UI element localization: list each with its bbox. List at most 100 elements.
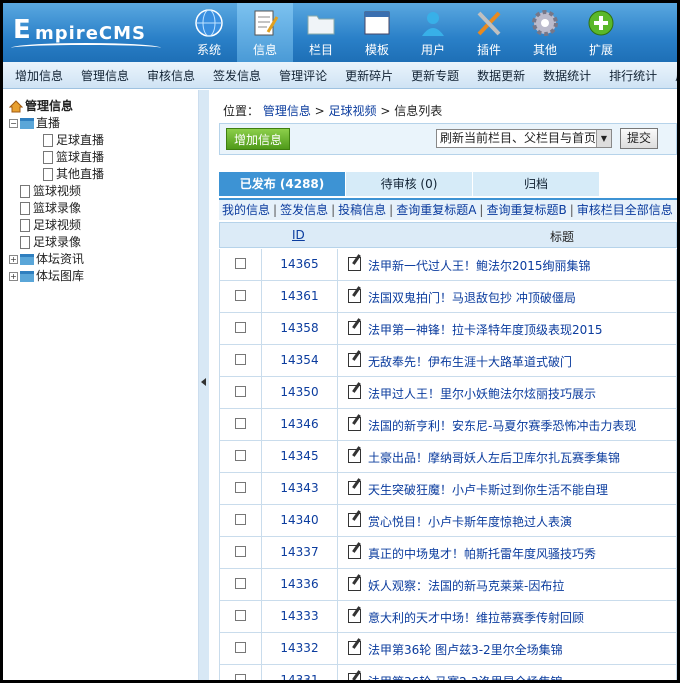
- subnav-item-6[interactable]: 更新专题: [405, 67, 465, 84]
- tab-2[interactable]: 归档: [473, 172, 599, 196]
- nav-item-7[interactable]: 扩展: [573, 3, 629, 62]
- edit-doc-icon[interactable]: [348, 609, 361, 623]
- row-title-link[interactable]: 法国双鬼拍门！马退敌包抄 冲顶破僵局: [368, 281, 576, 315]
- filter-link-1[interactable]: 签发信息: [280, 203, 328, 217]
- tree-node[interactable]: 篮球录像: [9, 200, 104, 217]
- edit-doc-icon[interactable]: [348, 385, 361, 399]
- row-id[interactable]: 14333: [262, 601, 338, 632]
- row-checkbox[interactable]: [235, 482, 246, 493]
- nav-item-1[interactable]: 信息: [237, 3, 293, 62]
- row-title-link[interactable]: 法国的新亨利！安东尼-马夏尔赛季恐怖冲击力表现: [368, 409, 636, 443]
- row-title-link[interactable]: 法甲第36轮 图卢兹3-2里尔全场集锦: [368, 633, 563, 667]
- row-title-link[interactable]: 妖人观察：法国的新马克莱莱-因布拉: [368, 569, 564, 603]
- tree-node[interactable]: + 体坛资讯: [9, 251, 104, 268]
- edit-doc-icon[interactable]: [348, 577, 361, 591]
- edit-doc-icon[interactable]: [348, 513, 361, 527]
- expand-icon[interactable]: +: [9, 272, 18, 281]
- filter-link-0[interactable]: 我的信息: [222, 203, 270, 217]
- sidebar-splitter[interactable]: [199, 90, 209, 680]
- expand-icon[interactable]: +: [9, 255, 18, 264]
- row-checkbox[interactable]: [235, 546, 246, 557]
- row-title-link[interactable]: 法甲第36轮 马赛2-3洛里昂全场集锦: [368, 665, 563, 680]
- tab-1[interactable]: 待审核 (0): [346, 172, 472, 196]
- edit-doc-icon[interactable]: [348, 481, 361, 495]
- row-checkbox[interactable]: [235, 450, 246, 461]
- row-checkbox[interactable]: [235, 514, 246, 525]
- subnav-item-10[interactable]: 启: [669, 67, 677, 84]
- subnav-item-2[interactable]: 审核信息: [141, 67, 201, 84]
- row-title-link[interactable]: 法甲新一代过人王！鲍法尔2015绚丽集锦: [368, 249, 591, 283]
- row-title-link[interactable]: 天生突破狂魔！小卢卡斯过到你生活不能自理: [368, 473, 608, 507]
- add-info-button[interactable]: 增加信息: [226, 128, 290, 150]
- tree-node[interactable]: 其他直播: [9, 166, 104, 183]
- column-id-header[interactable]: ID: [292, 228, 305, 242]
- tree-node[interactable]: + 体坛图库: [9, 268, 104, 285]
- tree-root[interactable]: 管理信息: [9, 98, 104, 115]
- nav-item-3[interactable]: 模板: [349, 3, 405, 62]
- breadcrumb-link-manage[interactable]: 管理信息: [263, 104, 311, 118]
- filter-link-4[interactable]: 查询重复标题B: [486, 203, 566, 217]
- nav-item-6[interactable]: 其他: [517, 3, 573, 62]
- row-checkbox[interactable]: [235, 418, 246, 429]
- row-id[interactable]: 14350: [262, 377, 338, 408]
- row-title-link[interactable]: 赏心悦目！小卢卡斯年度惊艳过人表演: [368, 505, 572, 539]
- filter-link-5[interactable]: 审核栏目全部信息: [577, 203, 673, 217]
- collapse-arrow-icon[interactable]: [201, 378, 206, 386]
- nav-item-4[interactable]: 用户: [405, 3, 461, 62]
- row-checkbox[interactable]: [235, 322, 246, 333]
- tree-node[interactable]: 篮球视频: [9, 183, 104, 200]
- edit-doc-icon[interactable]: [348, 257, 361, 271]
- row-id[interactable]: 14337: [262, 537, 338, 568]
- tree-node[interactable]: 足球录像: [9, 234, 104, 251]
- subnav-item-5[interactable]: 更新碎片: [339, 67, 399, 84]
- subnav-item-8[interactable]: 数据统计: [537, 67, 597, 84]
- subnav-item-3[interactable]: 签发信息: [207, 67, 267, 84]
- row-id[interactable]: 14336: [262, 569, 338, 600]
- edit-doc-icon[interactable]: [348, 321, 361, 335]
- row-checkbox[interactable]: [235, 354, 246, 365]
- row-title-link[interactable]: 法甲过人王！里尔小妖鲍法尔炫丽技巧展示: [368, 377, 596, 411]
- row-id[interactable]: 14345: [262, 441, 338, 472]
- tree-node[interactable]: 篮球直播: [9, 149, 104, 166]
- row-checkbox[interactable]: [235, 386, 246, 397]
- nav-item-0[interactable]: 系统: [181, 3, 237, 62]
- breadcrumb-link-category[interactable]: 足球视频: [329, 104, 377, 118]
- subnav-item-1[interactable]: 管理信息: [75, 67, 135, 84]
- row-checkbox[interactable]: [235, 258, 246, 269]
- tree-node[interactable]: 足球视频: [9, 217, 104, 234]
- collapse-icon[interactable]: −: [9, 119, 18, 128]
- refresh-select[interactable]: 刷新当前栏目、父栏目与首页 ▼: [436, 129, 612, 148]
- edit-doc-icon[interactable]: [348, 545, 361, 559]
- row-id[interactable]: 14331: [262, 665, 338, 680]
- row-id[interactable]: 14361: [262, 281, 338, 312]
- row-checkbox[interactable]: [235, 578, 246, 589]
- row-id[interactable]: 14332: [262, 633, 338, 664]
- edit-doc-icon[interactable]: [348, 673, 361, 680]
- filter-link-2[interactable]: 投稿信息: [338, 203, 386, 217]
- subnav-item-7[interactable]: 数据更新: [471, 67, 531, 84]
- subnav-item-0[interactable]: 增加信息: [9, 67, 69, 84]
- row-id[interactable]: 14365: [262, 249, 338, 280]
- edit-doc-icon[interactable]: [348, 449, 361, 463]
- tree-node[interactable]: 足球直播: [9, 132, 104, 149]
- edit-doc-icon[interactable]: [348, 289, 361, 303]
- tab-0[interactable]: 已发布 (4288): [219, 172, 345, 196]
- tree-node[interactable]: − 直播: [9, 115, 104, 132]
- submit-button[interactable]: 提交: [620, 128, 658, 149]
- row-id[interactable]: 14346: [262, 409, 338, 440]
- nav-item-2[interactable]: 栏目: [293, 3, 349, 62]
- row-id[interactable]: 14343: [262, 473, 338, 504]
- row-title-link[interactable]: 法甲第一神锋！拉卡泽特年度顶级表现2015: [368, 313, 603, 347]
- row-id[interactable]: 14340: [262, 505, 338, 536]
- row-checkbox[interactable]: [235, 674, 246, 680]
- row-title-link[interactable]: 无敌奉先！伊布生涯十大路革道式破门: [368, 345, 572, 379]
- edit-doc-icon[interactable]: [348, 417, 361, 431]
- row-id[interactable]: 14358: [262, 313, 338, 344]
- edit-doc-icon[interactable]: [348, 353, 361, 367]
- edit-doc-icon[interactable]: [348, 641, 361, 655]
- row-checkbox[interactable]: [235, 642, 246, 653]
- row-title-link[interactable]: 土豪出品！摩纳哥妖人左后卫库尔扎瓦赛季集锦: [368, 441, 620, 475]
- filter-link-3[interactable]: 查询重复标题A: [396, 203, 476, 217]
- row-checkbox[interactable]: [235, 290, 246, 301]
- row-id[interactable]: 14354: [262, 345, 338, 376]
